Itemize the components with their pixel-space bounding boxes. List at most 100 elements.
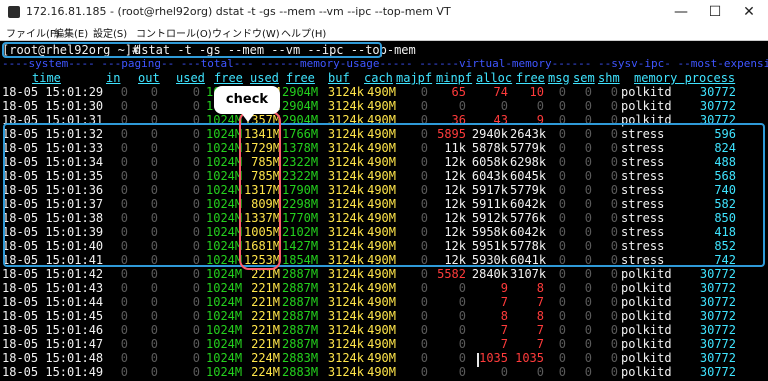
table-row: 18-05 15:01:46 0 0 0 1024M 221M 2887M 3124k 490M… xyxy=(0,323,768,337)
table-row: 18-05 15:01:44 0 0 0 1024M 221M 2887M 3124k 490M… xyxy=(0,295,768,309)
menu-window[interactable]: ウィンドウ(W) xyxy=(212,25,280,40)
col-minpf: minpf xyxy=(436,71,473,85)
cell-vfree: 7 xyxy=(536,295,544,309)
column-headers: time in out used free used free buf cach… xyxy=(0,71,768,85)
cell-sem: 0 xyxy=(584,323,592,337)
cell-in: 0 xyxy=(120,99,128,113)
menu-help[interactable]: ヘルプ(H) xyxy=(281,25,326,40)
command-highlight xyxy=(2,42,382,58)
cell-mused: 221M xyxy=(251,295,280,309)
menu-settings[interactable]: 設定(S) xyxy=(93,25,127,40)
cell-pmem: 30772 xyxy=(699,337,736,351)
cell-majpf: 0 xyxy=(420,323,428,337)
cell-time: 18-05 15:01:48 xyxy=(2,351,104,365)
terminal-window: 172.16.81.185 - (root@rhel92org) dstat -… xyxy=(0,0,768,381)
cell-out: 0 xyxy=(150,99,158,113)
cell-msg: 0 xyxy=(558,337,566,351)
minimize-button[interactable]: — xyxy=(664,0,698,24)
cell-sem: 0 xyxy=(584,295,592,309)
cell-sem: 0 xyxy=(584,365,592,379)
cell-buf: 3124k xyxy=(327,267,364,281)
cell-mused: 221M xyxy=(251,337,280,351)
cell-buf: 3124k xyxy=(327,365,364,379)
cell-used: 0 xyxy=(192,323,200,337)
cell-used: 0 xyxy=(192,295,200,309)
table-row: 18-05 15:01:49 0 0 0 1024M 224M 2883M 3124k 490M… xyxy=(0,365,768,379)
cell-vfree: 3107k xyxy=(510,267,547,281)
cell-time: 18-05 15:01:43 xyxy=(2,281,104,295)
cell-buf: 3124k xyxy=(327,337,364,351)
cell-shm: 0 xyxy=(610,267,618,281)
cell-mfree: 2887M xyxy=(282,281,319,295)
cell-msg: 0 xyxy=(558,99,566,113)
cell-minpf: 0 xyxy=(458,309,466,323)
cell-time: 18-05 15:01:29 xyxy=(2,85,104,99)
group-header: ----system---- ---paging-- ---total--- -… xyxy=(2,57,768,70)
cell-mfree: 2883M xyxy=(282,365,319,379)
cell-used: 0 xyxy=(192,99,200,113)
cell-cach: 490M xyxy=(367,295,396,309)
cell-buf: 3124k xyxy=(327,351,364,365)
col-out: out xyxy=(138,71,160,85)
cell-pmem: 30772 xyxy=(699,323,736,337)
cell-sem: 0 xyxy=(584,351,592,365)
table-row: 18-05 15:01:42 0 0 0 1024M 221M 2887M 3124k 490M… xyxy=(0,267,768,281)
cell-shm: 0 xyxy=(610,323,618,337)
cell-mused: 221M xyxy=(251,281,280,295)
cell-minpf: 0 xyxy=(458,295,466,309)
cell-vfree: 1035 xyxy=(515,351,544,365)
cell-shm: 0 xyxy=(610,281,618,295)
cell-pmem: 30772 xyxy=(699,267,736,281)
cell-sem: 0 xyxy=(584,337,592,351)
cell-msg: 0 xyxy=(558,323,566,337)
table-row: 18-05 15:01:45 0 0 0 1024M 221M 2887M 3124k 490M… xyxy=(0,309,768,323)
cell-vfree: 0 xyxy=(536,365,544,379)
maximize-button[interactable]: ☐ xyxy=(698,0,732,24)
cell-pmem: 30772 xyxy=(699,295,736,309)
cell-vfree: 0 xyxy=(536,99,544,113)
menu-file[interactable]: ファイル(F) xyxy=(6,25,60,40)
cell-in: 0 xyxy=(120,295,128,309)
cell-proc: polkitd xyxy=(621,267,672,281)
menu-edit[interactable]: 編集(E) xyxy=(54,25,88,40)
cell-out: 0 xyxy=(150,295,158,309)
cell-free: 1024M xyxy=(206,337,243,351)
cell-used: 0 xyxy=(192,267,200,281)
cell-time: 18-05 15:01:49 xyxy=(2,365,104,379)
cell-alloc: 9 xyxy=(500,281,508,295)
col-sem: sem xyxy=(573,71,595,85)
cell-mfree: 2904M xyxy=(282,85,319,99)
cell-minpf: 0 xyxy=(458,337,466,351)
cell-proc: polkitd xyxy=(621,365,672,379)
cell-out: 0 xyxy=(150,309,158,323)
cell-in: 0 xyxy=(120,267,128,281)
cell-used: 0 xyxy=(192,281,200,295)
menu-control[interactable]: コントロール(O) xyxy=(136,25,212,40)
cell-proc: polkitd xyxy=(621,351,672,365)
cell-out: 0 xyxy=(150,323,158,337)
col-buf: buf xyxy=(328,71,350,85)
col-total-used: used xyxy=(176,71,205,85)
cell-minpf: 0 xyxy=(458,323,466,337)
cell-in: 0 xyxy=(120,323,128,337)
cell-sem: 0 xyxy=(584,281,592,295)
cell-mfree: 2887M xyxy=(282,295,319,309)
cell-out: 0 xyxy=(150,351,158,365)
col-in: in xyxy=(106,71,121,85)
col-msg: msg xyxy=(548,71,570,85)
close-button[interactable]: ✕ xyxy=(732,0,766,24)
cell-majpf: 0 xyxy=(420,99,428,113)
cell-time: 18-05 15:01:47 xyxy=(2,337,104,351)
col-shm: shm xyxy=(598,71,620,85)
title-bar: 172.16.81.185 - (root@rhel92org) dstat -… xyxy=(0,0,768,25)
cell-mfree: 2904M xyxy=(282,99,319,113)
cell-out: 0 xyxy=(150,85,158,99)
table-row: 18-05 15:01:48 0 0 0 1024M 224M 2883M 3124k 490M… xyxy=(0,351,768,365)
cell-proc: polkitd xyxy=(621,337,672,351)
cell-in: 0 xyxy=(120,85,128,99)
cell-majpf: 0 xyxy=(420,295,428,309)
cell-mfree: 2887M xyxy=(282,267,319,281)
cell-alloc: 7 xyxy=(500,295,508,309)
cell-majpf: 0 xyxy=(420,85,428,99)
cell-vfree: 7 xyxy=(536,337,544,351)
